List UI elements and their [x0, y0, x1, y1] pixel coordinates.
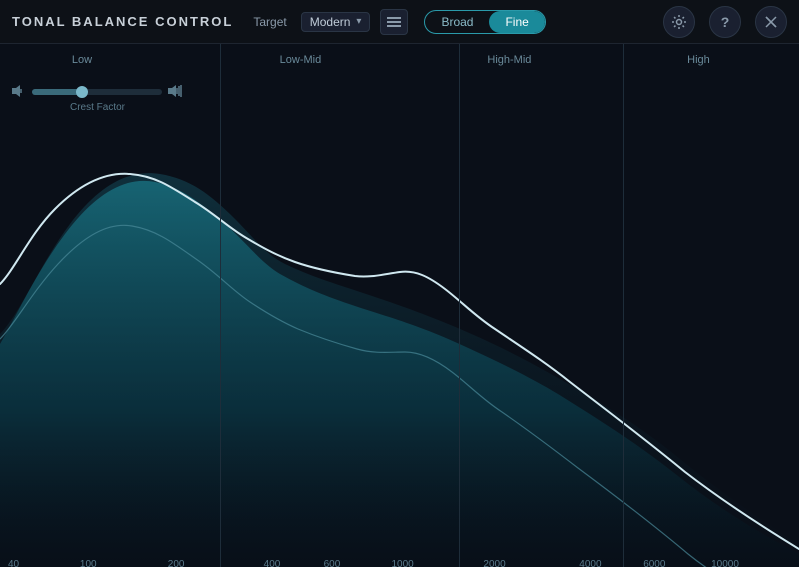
- freq-1000: 1000: [392, 559, 414, 567]
- freq-4000: 4000: [579, 559, 601, 567]
- freq-200: 200: [168, 559, 185, 567]
- freq-6000: 6000: [643, 559, 665, 567]
- question-icon: ?: [721, 14, 730, 30]
- band-label-low: Low: [72, 54, 92, 66]
- band-label-high: High: [687, 54, 710, 66]
- band-label-high-mid: High-Mid: [487, 54, 531, 66]
- broad-fine-toggle: Broad Fine: [424, 10, 545, 34]
- target-label: Target: [253, 15, 286, 29]
- gear-icon: [671, 14, 687, 30]
- header: TONAL BALANCE CONTROL Target Modern ▾ Br…: [0, 0, 799, 44]
- settings-button[interactable]: [663, 6, 695, 38]
- pin-button[interactable]: [755, 6, 787, 38]
- audio-high-icon: [168, 84, 182, 100]
- hamburger-icon: [387, 17, 401, 27]
- audio-low-icon: [12, 84, 26, 100]
- target-select[interactable]: Modern ▾: [301, 12, 371, 32]
- chevron-down-icon: ▾: [356, 16, 361, 27]
- crest-factor-slider[interactable]: [32, 89, 162, 95]
- crest-factor-label: Crest Factor: [70, 102, 125, 113]
- freq-10000: 10000: [711, 559, 739, 567]
- slider-thumb[interactable]: [76, 86, 88, 98]
- speaker-low-icon: [12, 85, 26, 97]
- freq-100: 100: [80, 559, 97, 567]
- app-title: TONAL BALANCE CONTROL: [12, 14, 233, 29]
- broad-button[interactable]: Broad: [425, 11, 489, 33]
- main-display: Low Low-Mid High-Mid High Cres: [0, 44, 799, 567]
- crest-factor-control: Crest Factor: [12, 84, 182, 100]
- divider-lowmid-highmid: [459, 44, 460, 567]
- slider-fill: [32, 89, 82, 95]
- freq-2000: 2000: [483, 559, 505, 567]
- freq-40: 40: [8, 559, 19, 567]
- target-value: Modern: [310, 15, 351, 29]
- menu-button[interactable]: [380, 9, 408, 35]
- help-button[interactable]: ?: [709, 6, 741, 38]
- freq-600: 600: [324, 559, 341, 567]
- speaker-high-icon: [168, 85, 182, 97]
- fine-button[interactable]: Fine: [489, 11, 544, 33]
- frequency-curve: [0, 44, 799, 567]
- divider-highmid-high: [623, 44, 624, 567]
- band-label-low-mid: Low-Mid: [280, 54, 322, 66]
- freq-400: 400: [264, 559, 281, 567]
- divider-low-lowmid: [220, 44, 221, 567]
- pin-icon: [764, 15, 778, 29]
